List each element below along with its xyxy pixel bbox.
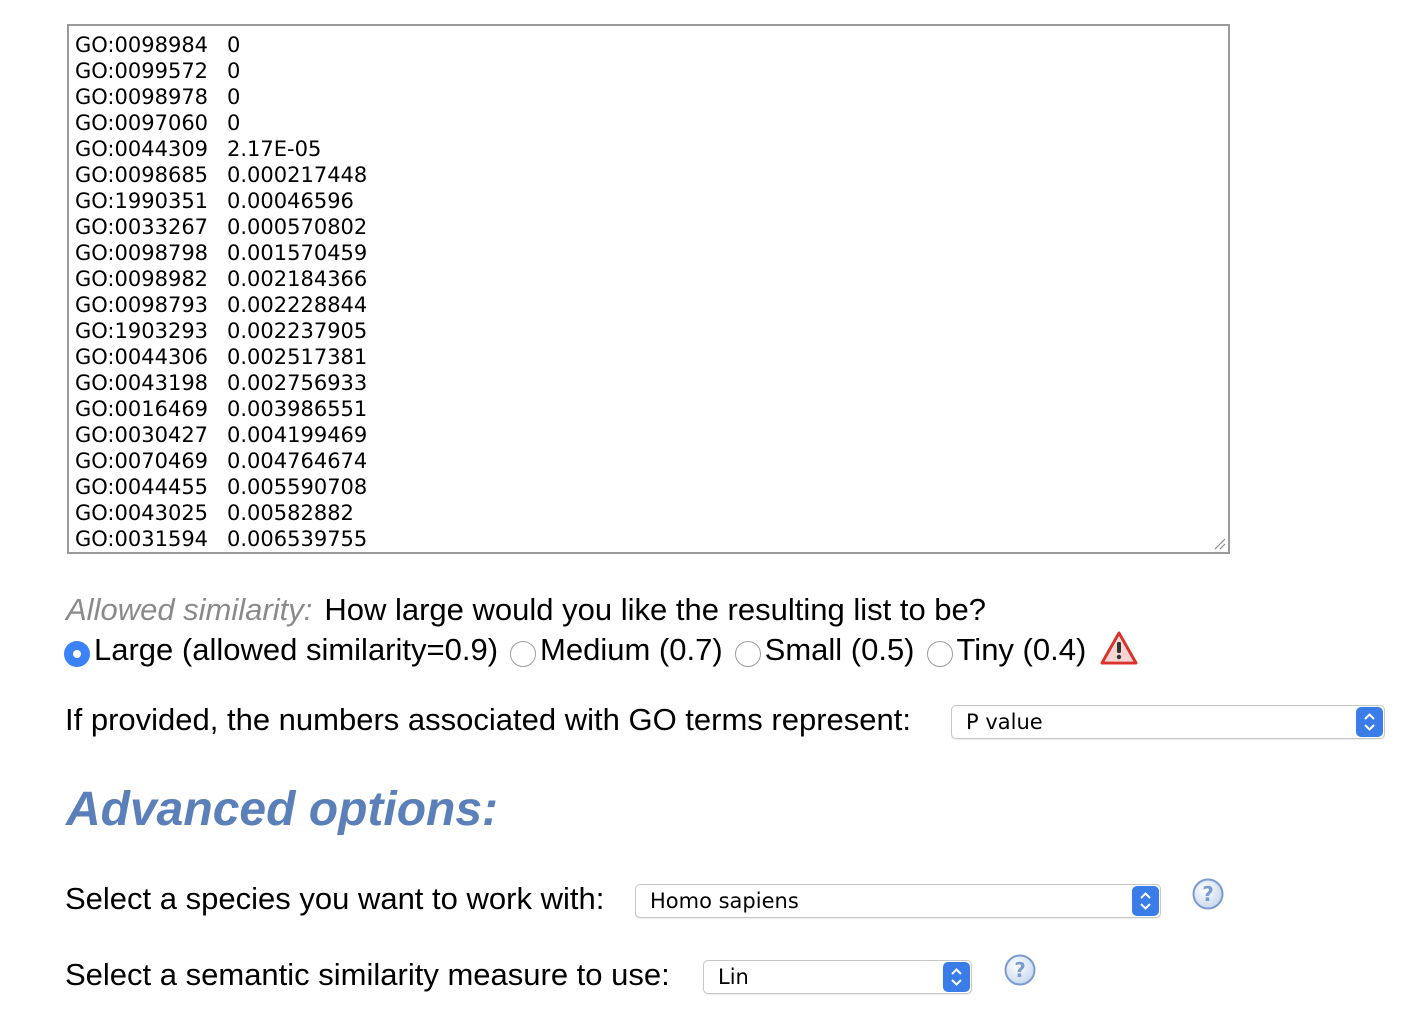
radio-large[interactable] (64, 641, 90, 667)
go-term-line: GO:0044455 0.005590708 (75, 474, 367, 500)
option-tiny[interactable]: Tiny (0.4) (926, 632, 1087, 668)
svg-text:?: ? (1014, 958, 1026, 982)
measure-value: Lin (718, 965, 749, 989)
go-term-line: GO:0098798 0.001570459 (75, 240, 367, 266)
go-term-id: GO:0033267 (75, 215, 209, 239)
go-term-value: 0.002184366 (227, 267, 368, 291)
go-term-line: GO:0098685 0.000217448 (75, 162, 367, 188)
go-term-line: GO:1990351 0.00046596 (75, 188, 367, 214)
option-small[interactable]: Small (0.5) (734, 632, 915, 668)
go-term-line: GO:0044306 0.002517381 (75, 344, 367, 370)
go-term-id: GO:0030427 (75, 423, 209, 447)
numbers-represent-select[interactable]: P value (951, 705, 1385, 739)
option-small-label[interactable]: Small (0.5) (765, 632, 915, 668)
go-term-line: GO:0099572 0 (75, 58, 367, 84)
go-term-id: GO:0097060 (75, 111, 209, 135)
go-term-value: 0.004199469 (227, 423, 368, 447)
go-term-id: GO:0098984 (75, 33, 209, 57)
go-term-value: 0.001570459 (227, 241, 368, 265)
measure-help-icon[interactable]: ? (1003, 953, 1037, 987)
warning-triangle-icon[interactable] (1100, 631, 1138, 665)
go-terms-list: GO:0098984 0 GO:0099572 0 GO:0098978 0 GO:0097… (75, 32, 367, 552)
go-term-value: 0 (227, 85, 241, 109)
advanced-options-heading: Advanced options: (66, 783, 499, 836)
go-term-id: GO:0043025 (75, 501, 209, 525)
go-term-id: GO:0044306 (75, 345, 209, 369)
species-value: Homo sapiens (650, 889, 799, 913)
species-select[interactable]: Homo sapiens (635, 884, 1161, 918)
species-help-icon[interactable]: ? (1191, 877, 1225, 911)
go-term-id: GO:0031594 (75, 527, 209, 551)
go-term-value: 0.002756933 (227, 371, 368, 395)
select-arrows-icon (943, 962, 970, 992)
go-term-id: GO:1903293 (75, 319, 209, 343)
go-term-value: 0.006539755 (227, 527, 368, 551)
go-term-line: GO:0031594 0.006539755 (75, 526, 367, 552)
go-term-value: 0 (227, 111, 241, 135)
select-arrows-icon (1356, 707, 1383, 737)
go-term-value: 2.17E-05 (227, 137, 322, 161)
numbers-represent-value: P value (966, 710, 1043, 734)
go-terms-textarea[interactable]: GO:0098984 0 GO:0099572 0 GO:0098978 0 GO:0097… (67, 24, 1230, 554)
measure-select[interactable]: Lin (703, 960, 972, 994)
go-term-value: 0.004764674 (227, 449, 368, 473)
go-term-line: GO:0033267 0.000570802 (75, 214, 367, 240)
go-term-line: GO:0098978 0 (75, 84, 367, 110)
go-term-value: 0.002237905 (227, 319, 368, 343)
go-term-value: 0.003986551 (227, 397, 368, 421)
go-term-line: GO:1903293 0.002237905 (75, 318, 367, 344)
go-term-value: 0.002517381 (227, 345, 368, 369)
go-term-line: GO:0044309 2.17E-05 (75, 136, 367, 162)
go-term-value: 0.000570802 (227, 215, 368, 239)
species-label: Select a species you want to work with: (65, 881, 605, 916)
go-term-id: GO:0070469 (75, 449, 209, 473)
go-term-line: GO:0098793 0.002228844 (75, 292, 367, 318)
go-term-line: GO:0098982 0.002184366 (75, 266, 367, 292)
go-term-id: GO:0098982 (75, 267, 209, 291)
go-term-line: GO:0070469 0.004764674 (75, 448, 367, 474)
go-term-id: GO:0098798 (75, 241, 209, 265)
similarity-question: Allowed similarity: How large would you l… (66, 592, 986, 628)
go-term-value: 0 (227, 59, 241, 83)
go-term-value: 0.005590708 (227, 475, 368, 499)
go-term-value: 0 (227, 33, 241, 57)
go-term-line: GO:0097060 0 (75, 110, 367, 136)
radio-small[interactable] (734, 641, 761, 667)
measure-label: Select a semantic similarity measure to … (65, 957, 670, 992)
go-term-id: GO:0098978 (75, 85, 209, 109)
go-term-id: GO:0098793 (75, 293, 209, 317)
go-term-line: GO:0043198 0.002756933 (75, 370, 367, 396)
similarity-label: Allowed similarity: (66, 592, 313, 627)
similarity-options: Large (allowed similarity=0.9) Medium (0… (64, 630, 1138, 670)
radio-tiny[interactable] (926, 641, 953, 667)
go-term-line: GO:0098984 0 (75, 32, 367, 58)
go-term-line: GO:0016469 0.003986551 (75, 396, 367, 422)
option-large-label[interactable]: Large (allowed similarity=0.9) (94, 632, 498, 668)
go-term-id: GO:0016469 (75, 397, 209, 421)
radio-medium[interactable] (510, 641, 537, 667)
option-large[interactable]: Large (allowed similarity=0.9) (64, 632, 498, 668)
go-term-line: GO:0043025 0.00582882 (75, 500, 367, 526)
numbers-represent-label: If provided, the numbers associated with… (65, 702, 911, 737)
option-medium-label[interactable]: Medium (0.7) (540, 632, 723, 668)
option-medium[interactable]: Medium (0.7) (510, 632, 723, 668)
similarity-question-text: How large would you like the resulting l… (324, 592, 987, 627)
go-term-value: 0.00582882 (227, 501, 354, 525)
go-term-value: 0.000217448 (227, 163, 368, 187)
svg-text:?: ? (1202, 882, 1214, 906)
go-term-id: GO:0044455 (75, 475, 209, 499)
go-term-id: GO:0098685 (75, 163, 209, 187)
option-tiny-label[interactable]: Tiny (0.4) (957, 632, 1087, 668)
go-term-id: GO:0043198 (75, 371, 209, 395)
go-term-line: GO:0030427 0.004199469 (75, 422, 367, 448)
go-term-value: 0.002228844 (227, 293, 368, 317)
select-arrows-icon (1132, 886, 1159, 916)
go-term-id: GO:0044309 (75, 137, 209, 161)
resize-grip-icon[interactable] (1210, 534, 1226, 550)
go-term-id: GO:0099572 (75, 59, 209, 83)
go-term-value: 0.00046596 (227, 189, 354, 213)
go-term-id: GO:1990351 (75, 189, 209, 213)
